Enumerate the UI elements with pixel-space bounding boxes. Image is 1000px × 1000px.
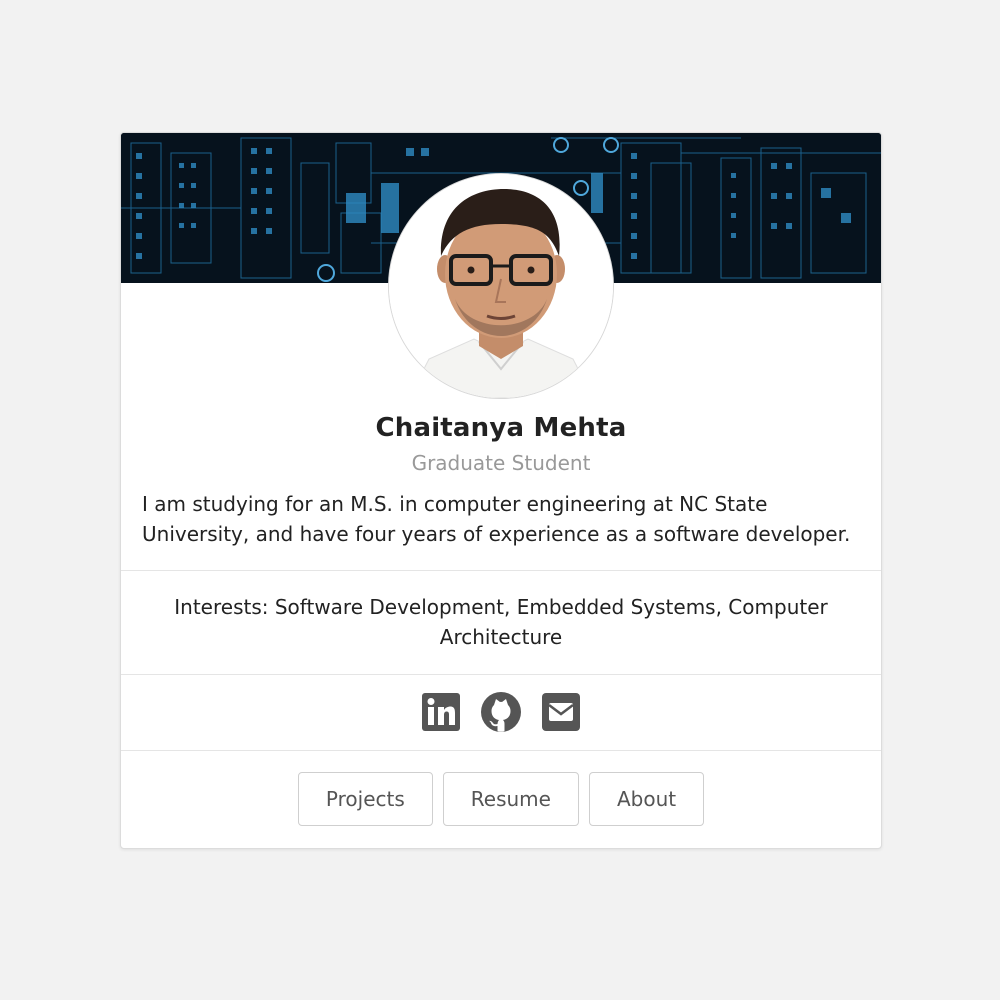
profile-card: Chaitanya Mehta Graduate Student I am st… <box>120 132 882 849</box>
divider <box>121 674 881 675</box>
linkedin-icon[interactable] <box>421 692 461 732</box>
divider <box>121 570 881 571</box>
github-icon[interactable] <box>481 692 521 732</box>
divider <box>121 750 881 751</box>
envelope-icon[interactable] <box>541 692 581 732</box>
profile-name: Chaitanya Mehta <box>375 413 627 443</box>
about-button[interactable]: About <box>588 772 705 826</box>
nav-buttons: Projects Resume About <box>121 772 881 826</box>
projects-button[interactable]: Projects <box>297 772 433 826</box>
profile-bio: I am studying for an M.S. in computer en… <box>142 492 851 546</box>
resume-button[interactable]: Resume <box>442 772 579 826</box>
social-links <box>121 692 881 732</box>
profile-avatar <box>388 173 614 399</box>
profile-interests: Interests: Software Development, Embedde… <box>174 595 828 649</box>
profile-role: Graduate Student <box>411 451 591 475</box>
